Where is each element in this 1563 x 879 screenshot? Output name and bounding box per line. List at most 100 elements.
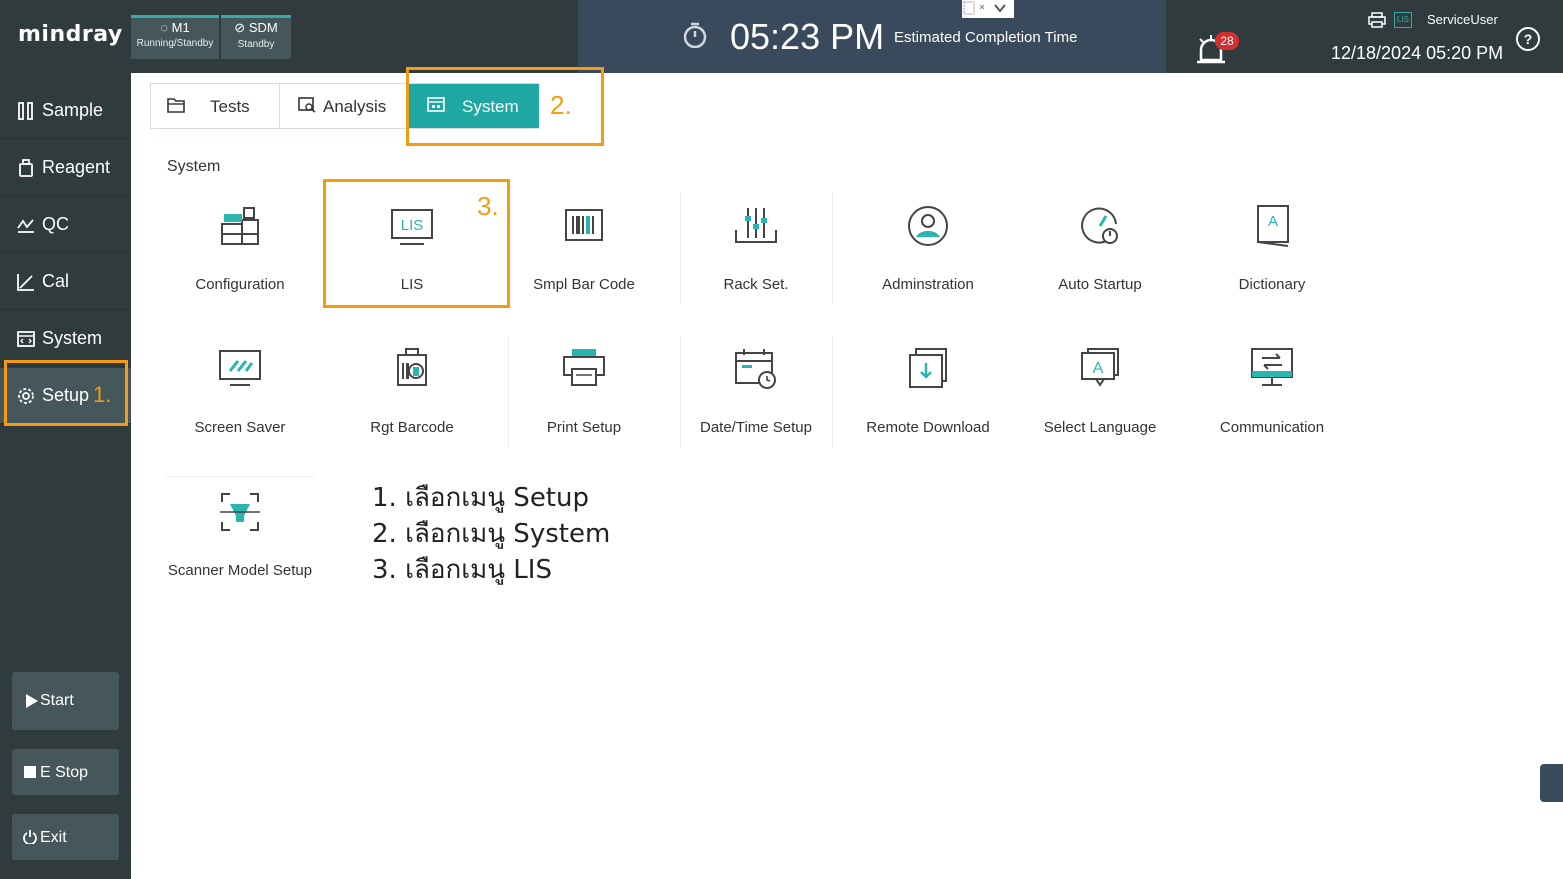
barcode-icon	[565, 209, 603, 241]
tab-tests[interactable]: Tests	[151, 84, 279, 128]
exit-button[interactable]: Exit	[12, 814, 119, 860]
sidebar-item-label: Sample	[42, 100, 104, 120]
tile-label: Screen Saver	[194, 419, 286, 436]
instructions: 1. เลือกเมนู Setup 2. เลือกเมนู System 3…	[372, 480, 610, 588]
completion-caption: Estimated Completion Time	[894, 29, 1078, 46]
brand-logo: mindray	[18, 22, 123, 47]
sidebar-item-label: System	[42, 328, 103, 348]
dictionary-icon: A	[1257, 205, 1289, 247]
reagent-bottle-icon	[19, 159, 33, 177]
tile-datetime-setup[interactable]: Date/Time Setup	[676, 333, 836, 463]
svg-text:A: A	[1268, 213, 1278, 230]
tile-label: Rack Set.	[723, 276, 789, 293]
tile-remote-download[interactable]: Remote Download	[848, 333, 1008, 463]
calibration-curve-icon	[17, 274, 34, 291]
printer-icon[interactable]	[1368, 12, 1386, 28]
start-button[interactable]: Start	[12, 672, 119, 730]
instruction-line: 1. เลือกเมนู Setup	[372, 483, 589, 513]
user-icon	[908, 206, 948, 246]
sidebar-item-sample[interactable]: Sample	[0, 83, 131, 139]
tile-label: Rgt Barcode	[370, 419, 454, 436]
sidebar-item-system[interactable]: System	[0, 311, 131, 367]
module-sdm[interactable]: ⊘ SDM Standby	[221, 15, 291, 59]
module-sdm-name: SDM	[248, 20, 278, 35]
tile-screen-saver[interactable]: Screen Saver	[160, 333, 320, 463]
tile-communication[interactable]: Communication	[1192, 333, 1352, 463]
tile-label: Auto Startup	[1058, 276, 1142, 293]
language-icon: A	[1081, 348, 1119, 387]
refresh-icon: ◌	[160, 20, 172, 35]
section-title: System	[167, 158, 221, 175]
scanner-icon	[220, 493, 260, 531]
annotation-step-2: 2.	[550, 90, 572, 120]
sample-tubes-icon	[18, 102, 33, 120]
sidebar-item-cal[interactable]: Cal	[0, 254, 131, 310]
system-window-icon	[17, 331, 35, 347]
tile-auto-startup[interactable]: Auto Startup	[1020, 190, 1180, 320]
alarm-count-badge: 28	[1215, 32, 1239, 50]
tile-configuration[interactable]: Configuration	[160, 190, 320, 320]
stop-icon	[24, 766, 36, 778]
module-m1-name: M1	[171, 20, 190, 35]
window-expand-icon[interactable]	[962, 0, 1014, 18]
tile-select-language[interactable]: A Select Language	[1020, 333, 1180, 463]
qc-chart-icon	[17, 219, 34, 233]
folder-icon	[167, 98, 185, 113]
current-user: ServiceUser	[1427, 12, 1498, 27]
calendar-clock-icon	[735, 349, 776, 389]
top-bar: mindray ◌ M1 Running/Standby ⊘ SDM Stand…	[0, 0, 1563, 73]
tab-analysis-label: Analysis	[323, 97, 387, 116]
stopwatch-icon	[683, 22, 707, 48]
tile-scanner-model-setup[interactable]: Scanner Model Setup	[160, 476, 320, 606]
sidebar-item-label: Cal	[42, 271, 70, 291]
reagent-barcode-icon	[397, 348, 427, 386]
annotation-step-3: 3.	[477, 191, 499, 221]
time-panel: 05:23 PM Estimated Completion Time	[578, 0, 1166, 73]
exit-button-label: Exit	[40, 829, 67, 846]
tile-label: Configuration	[195, 276, 285, 293]
tile-label: Print Setup	[546, 419, 622, 436]
instruction-line: 2. เลือกเมนู System	[372, 519, 611, 549]
tile-label: Dictionary	[1238, 276, 1306, 293]
sidebar-item-qc[interactable]: QC	[0, 197, 131, 253]
auto-startup-icon	[1081, 207, 1118, 244]
system-tab-highlight-box	[406, 67, 604, 146]
tile-administration[interactable]: Adminstration	[848, 190, 1008, 320]
tile-label: Remote Download	[866, 419, 990, 436]
svg-text:A: A	[1093, 360, 1104, 377]
start-button-label: Start	[40, 692, 74, 709]
tile-label: Scanner Model Setup	[167, 562, 313, 579]
rack-icon	[735, 208, 777, 243]
system-datetime: 12/18/2024 05:20 PM	[1331, 43, 1504, 63]
tile-reagent-barcode[interactable]: Rgt Barcode	[332, 333, 492, 463]
side-tab-handle[interactable]	[1540, 764, 1563, 802]
printer-icon	[563, 349, 605, 386]
module-m1[interactable]: ◌ M1 Running/Standby	[131, 15, 219, 59]
tile-print-setup[interactable]: Print Setup	[504, 333, 664, 463]
tab-analysis[interactable]: Analysis	[280, 84, 408, 128]
check-circle-icon: ⊘	[234, 20, 249, 35]
lis-status-icon[interactable]: LIS	[1394, 12, 1412, 28]
tile-label: Select Language	[1043, 419, 1157, 436]
instruction-line: 3. เลือกเมนู LIS	[372, 555, 552, 585]
tile-label: Communication	[1219, 419, 1325, 436]
tile-sample-barcode[interactable]: Smpl Bar Code	[504, 190, 664, 320]
play-icon	[26, 694, 38, 708]
sidebar-item-reagent[interactable]: Reagent	[0, 140, 131, 196]
setup-highlight-box	[4, 360, 128, 426]
download-icon	[909, 348, 947, 388]
emergency-stop-button[interactable]: E Stop	[12, 749, 119, 795]
tile-label: Date/Time Setup	[700, 419, 812, 436]
module-sdm-status: Standby	[237, 39, 275, 50]
help-icon[interactable]: ?	[1516, 27, 1540, 51]
communication-icon	[1251, 348, 1293, 386]
tile-label: Smpl Bar Code	[533, 276, 635, 293]
tile-label: Adminstration	[882, 276, 974, 293]
tile-dictionary[interactable]: A Dictionary	[1192, 190, 1352, 320]
sidebar: Sample Reagent QC Cal System Setup 1. St…	[0, 73, 131, 879]
screen-saver-icon	[219, 350, 261, 386]
analysis-icon	[298, 97, 316, 113]
completion-time: 05:23 PM	[730, 16, 885, 57]
window-controls[interactable]	[962, 0, 1014, 18]
tile-rack-set[interactable]: Rack Set.	[676, 190, 836, 320]
